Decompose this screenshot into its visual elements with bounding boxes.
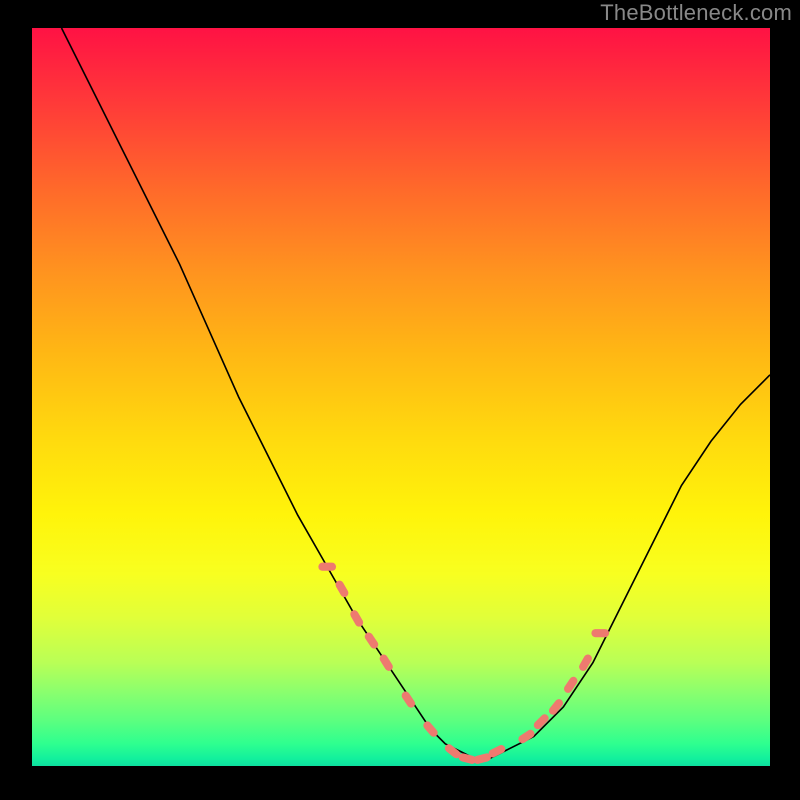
highlight-marker [378,653,394,672]
highlight-marker [562,675,579,694]
bottleneck-chart [32,28,770,766]
highlight-marker [591,629,609,637]
highlight-marker [578,653,594,672]
highlight-marker [400,690,417,709]
highlight-marker [487,744,506,759]
watermark-label: TheBottleneck.com [600,0,792,26]
chart-frame: TheBottleneck.com [0,0,800,800]
highlight-marker [318,563,336,571]
highlight-marker [363,631,380,650]
highlight-markers-group [318,563,609,765]
highlight-marker [517,728,536,745]
bottleneck-curve-line [62,28,770,759]
highlight-marker [349,609,365,628]
